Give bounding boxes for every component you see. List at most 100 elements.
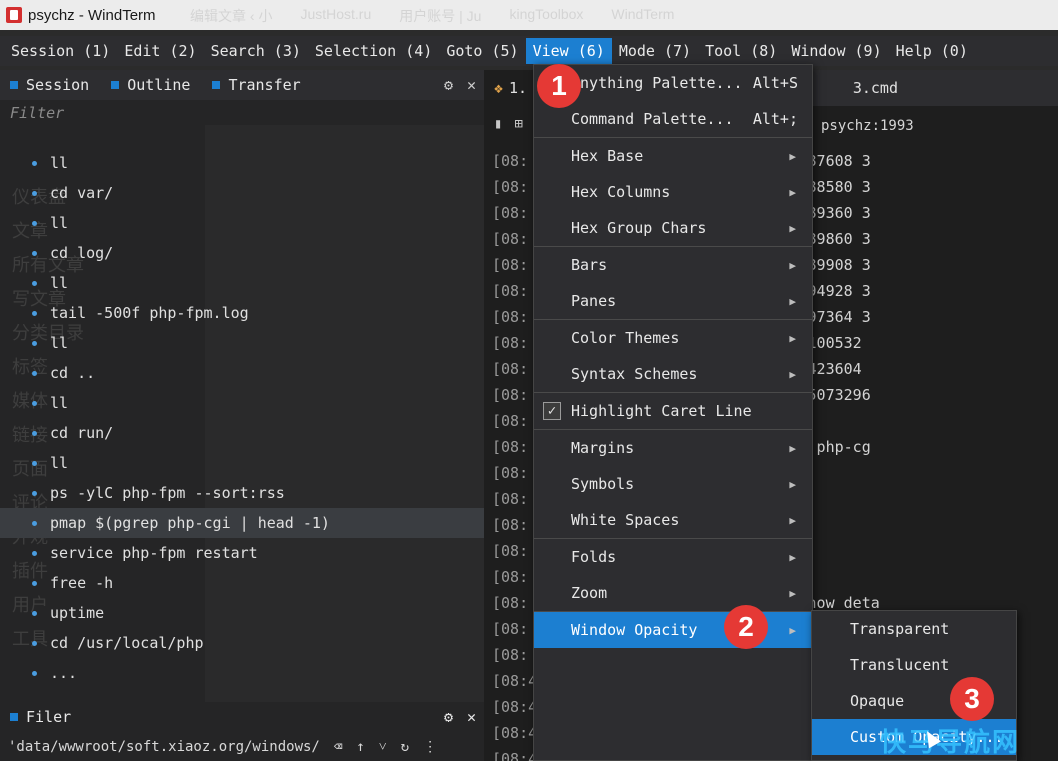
ghost-tab: kingToolbox — [509, 6, 584, 22]
history-text: cd .. — [50, 364, 96, 382]
list-item[interactable]: ll — [0, 328, 484, 358]
list-item-selected[interactable]: pmap $(pgrep php-cgi | head -1) — [0, 508, 484, 538]
menu-item-hex-base[interactable]: Hex Base ▶ — [534, 138, 812, 174]
checkbox-checked-icon[interactable]: ✓ — [543, 402, 561, 420]
menu-item-color-themes[interactable]: Color Themes ▶ — [534, 320, 812, 356]
list-item[interactable]: cd .. — [0, 358, 484, 388]
list-item[interactable]: cd var/ — [0, 178, 484, 208]
list-item[interactable]: ll — [0, 448, 484, 478]
step-badge-2: 2 — [724, 605, 768, 649]
menu-item-hex-columns[interactable]: Hex Columns ▶ — [534, 174, 812, 210]
ghost-tab: 用户账号 | Ju — [399, 8, 482, 24]
menu-item-shortcut: Alt+; — [752, 110, 798, 128]
list-item[interactable]: cd run/ — [0, 418, 484, 448]
submenu-arrow-icon: ▶ — [789, 258, 796, 272]
menu-edit[interactable]: Edit (2) — [117, 38, 203, 64]
menu-view[interactable]: View (6) — [525, 38, 612, 64]
history-text: free -h — [50, 574, 114, 592]
tab-outline[interactable]: Outline — [101, 70, 202, 100]
list-item[interactable]: ll — [0, 148, 484, 178]
left-panel: 仪表盘 文章 所有文章 写文章 分类目录 标签 媒体 链接 页面 评论 外观 插… — [0, 70, 484, 761]
menu-item-label: Opaque — [850, 692, 905, 710]
tab-terminal-3[interactable]: 3.cmd — [843, 70, 908, 106]
list-item[interactable]: ll — [0, 388, 484, 418]
menu-item-command-palette[interactable]: Command Palette... Alt+; — [534, 101, 812, 137]
menu-item-panes[interactable]: Panes ▶ — [534, 283, 812, 319]
history-text: cd log/ — [50, 244, 114, 262]
close-icon[interactable]: ✕ — [467, 76, 476, 94]
gear-icon[interactable]: ⚙ — [444, 76, 453, 94]
list-item[interactable]: ps -ylC php-fpm --sort:rss — [0, 478, 484, 508]
menu-item-folds[interactable]: Folds ▶ — [534, 539, 812, 575]
left-panel-tabs: Session Outline Transfer ⚙ ✕ — [0, 70, 484, 100]
clear-icon[interactable]: ⌫ — [334, 739, 342, 755]
tab-terminal-1[interactable]: ❖ 1. — [484, 70, 538, 106]
close-icon[interactable]: ✕ — [467, 708, 476, 726]
new-tab-icon[interactable]: ⊞ — [514, 116, 522, 132]
history-text: ll — [50, 334, 69, 352]
more-icon[interactable]: ⋮ — [423, 739, 437, 755]
submenu-arrow-icon: ▶ — [789, 221, 796, 235]
list-item[interactable]: ll — [0, 208, 484, 238]
menu-item-label: White Spaces — [571, 511, 680, 529]
submenu-arrow-icon: ▶ — [789, 441, 796, 455]
menu-item-margins[interactable]: Margins ▶ — [534, 430, 812, 466]
menu-item-transparent[interactable]: Transparent — [812, 611, 1016, 647]
tab-label: Session — [26, 76, 90, 94]
menu-window[interactable]: Window (9) — [784, 38, 888, 64]
tab-marker-icon — [111, 81, 120, 89]
menu-help[interactable]: Help (0) — [889, 38, 975, 64]
menu-item-label: Margins — [571, 439, 635, 457]
menu-item-highlight-caret-line[interactable]: ✓ Highlight Caret Line — [534, 393, 812, 429]
tab-label: Transfer — [228, 76, 301, 94]
gear-icon[interactable]: ⚙ — [444, 708, 453, 726]
list-item[interactable]: cd log/ — [0, 238, 484, 268]
filer-path-input[interactable]: 'data/wwwroot/soft.xiaoz.org/windows/ — [8, 739, 320, 755]
menu-item-label: Symbols — [571, 475, 635, 493]
view-menu-dropdown: Anything Palette... Alt+S Command Palette.… — [533, 64, 813, 761]
list-item[interactable]: cd /usr/local/php — [0, 628, 484, 658]
history-text: service php-fpm restart — [50, 544, 258, 562]
menu-tool[interactable]: Tool (8) — [698, 38, 784, 64]
list-item[interactable]: ll — [0, 268, 484, 298]
menu-item-syntax-schemes[interactable]: Syntax Schemes ▶ — [534, 356, 812, 392]
tab-label: 3.cmd — [852, 79, 898, 97]
menu-item-white-spaces[interactable]: White Spaces ▶ — [534, 502, 812, 538]
menu-item-symbols[interactable]: Symbols ▶ — [534, 466, 812, 502]
menu-item-label: Command Palette... — [571, 110, 734, 128]
menu-item-window-opacity[interactable]: Window Opacity ▶ — [534, 612, 812, 648]
refresh-icon[interactable]: ↻ — [401, 739, 409, 755]
history-text: uptime — [50, 604, 105, 622]
list-item[interactable]: free -h — [0, 568, 484, 598]
list-item[interactable]: tail -500f php-fpm.log — [0, 298, 484, 328]
menu-item-label: Hex Columns — [571, 183, 671, 201]
submenu-arrow-icon: ▶ — [789, 149, 796, 163]
command-history-list: ll cd var/ ll cd log/ ll tail -500f php-… — [0, 148, 484, 688]
window-title: psychz - WindTerm — [28, 6, 156, 24]
submenu-arrow-icon: ▶ — [789, 513, 796, 527]
history-text: cd /usr/local/php — [50, 634, 204, 652]
menu-item-label: Panes — [571, 292, 617, 310]
menu-selection[interactable]: Selection (4) — [308, 38, 439, 64]
history-text: cd run/ — [50, 424, 114, 442]
tab-session[interactable]: Session — [0, 70, 101, 100]
filer-tools: ⚙ ✕ — [444, 708, 476, 726]
menu-search[interactable]: Search (3) — [204, 38, 308, 64]
chevron-down-icon[interactable]: ˅ — [379, 739, 387, 756]
submenu-arrow-icon: ▶ — [789, 477, 796, 491]
list-item[interactable]: uptime — [0, 598, 484, 628]
tab-transfer[interactable]: Transfer — [202, 70, 312, 100]
list-item[interactable]: ... — [0, 658, 484, 688]
menu-goto[interactable]: Goto (5) — [439, 38, 525, 64]
ghost-tab: 编辑文章 ‹ 小 — [190, 8, 273, 24]
menu-session[interactable]: Session (1) — [4, 38, 117, 64]
menu-item-hex-group-chars[interactable]: Hex Group Chars ▶ — [534, 210, 812, 246]
menu-mode[interactable]: Mode (7) — [612, 38, 698, 64]
list-item[interactable]: service php-fpm restart — [0, 538, 484, 568]
menu-item-translucent[interactable]: Translucent — [812, 647, 1016, 683]
menu-item-bars[interactable]: Bars ▶ — [534, 247, 812, 283]
submenu-arrow-icon: ▶ — [789, 586, 796, 600]
arrow-up-icon[interactable]: ↑ — [356, 739, 364, 755]
menu-item-zoom[interactable]: Zoom ▶ — [534, 575, 812, 611]
history-text: ps -ylC php-fpm --sort:rss — [50, 484, 285, 502]
